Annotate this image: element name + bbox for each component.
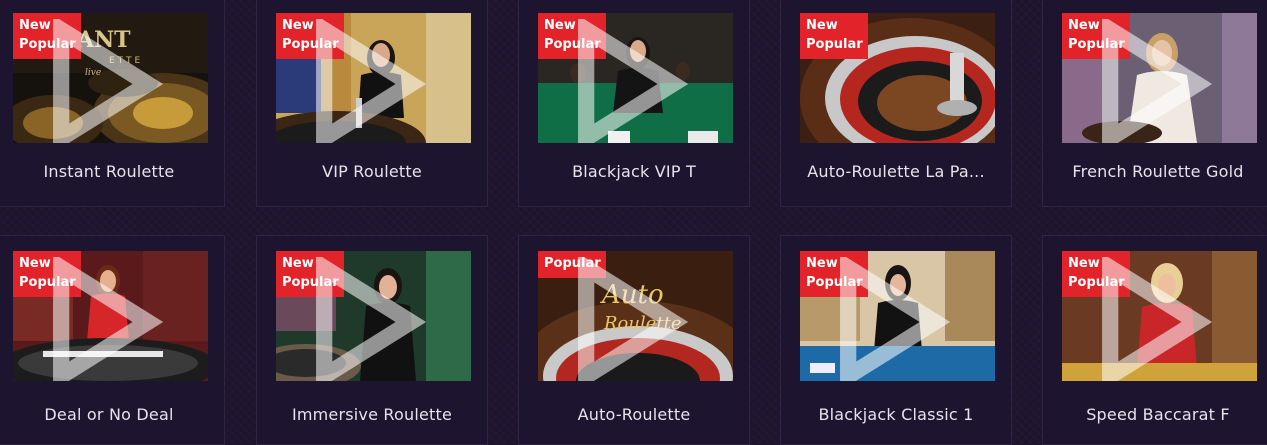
game-card-speed-baccarat-f[interactable]: New Popular Speed Baccarat F — [1042, 235, 1267, 445]
game-card-auto-roulette-la-partage[interactable]: New Popular Auto-Roulette La Pa... — [780, 0, 1012, 207]
game-title[interactable]: VIP Roulette — [257, 162, 487, 181]
badge-new: New — [806, 18, 838, 33]
game-thumbnail[interactable]: New Popular — [276, 251, 471, 381]
game-thumbnail[interactable]: ANT ETTE live New Popular — [13, 13, 208, 143]
game-thumbnail[interactable]: New Popular — [1062, 13, 1257, 143]
game-card-auto-roulette[interactable]: Auto Roulette Popular Auto-Roulette — [518, 235, 750, 445]
play-icon[interactable] — [13, 19, 202, 143]
game-thumbnail[interactable]: Auto Roulette Popular — [538, 251, 733, 381]
game-card-blackjack-vip-t[interactable]: New Popular Blackjack VIP T — [518, 0, 750, 207]
game-thumbnail[interactable]: New Popular — [276, 13, 471, 143]
badge-popular: Popular — [806, 37, 863, 52]
game-card-instant-roulette[interactable]: ANT ETTE live New Popular Instant Roulett… — [0, 0, 225, 207]
play-icon[interactable] — [1062, 257, 1251, 381]
play-icon[interactable] — [800, 257, 989, 381]
game-title[interactable]: Instant Roulette — [0, 162, 224, 181]
game-title[interactable]: Speed Baccarat F — [1043, 405, 1267, 424]
play-icon[interactable] — [13, 257, 202, 381]
play-icon[interactable] — [538, 19, 727, 143]
game-title[interactable]: Immersive Roulette — [257, 405, 487, 424]
game-title[interactable]: Auto-Roulette La Pa... — [781, 162, 1011, 181]
game-title[interactable]: French Roulette Gold — [1043, 162, 1267, 181]
game-title[interactable]: Blackjack Classic 1 — [781, 405, 1011, 424]
play-icon[interactable] — [276, 257, 465, 381]
game-card-blackjack-classic-1[interactable]: New Popular Blackjack Classic 1 — [780, 235, 1012, 445]
game-thumbnail[interactable]: New Popular — [1062, 251, 1257, 381]
game-thumbnail[interactable]: New Popular — [800, 13, 995, 143]
play-icon[interactable] — [538, 257, 727, 381]
game-title[interactable]: Auto-Roulette — [519, 405, 749, 424]
game-card-deal-or-no-deal[interactable]: New Popular Deal or No Deal — [0, 235, 225, 445]
game-title[interactable]: Deal or No Deal — [0, 405, 224, 424]
badge: New Popular — [800, 13, 868, 59]
game-thumbnail[interactable]: New Popular — [13, 251, 208, 381]
game-title[interactable]: Blackjack VIP T — [519, 162, 749, 181]
play-icon[interactable] — [1062, 19, 1251, 143]
game-card-vip-roulette[interactable]: New Popular VIP Roulette — [256, 0, 488, 207]
game-card-french-roulette-gold[interactable]: New Popular French Roulette Gold — [1042, 0, 1267, 207]
game-thumbnail[interactable]: New Popular — [800, 251, 995, 381]
play-icon[interactable] — [276, 19, 465, 143]
game-thumbnail[interactable]: New Popular — [538, 13, 733, 143]
game-card-immersive-roulette[interactable]: New Popular Immersive Roulette — [256, 235, 488, 445]
